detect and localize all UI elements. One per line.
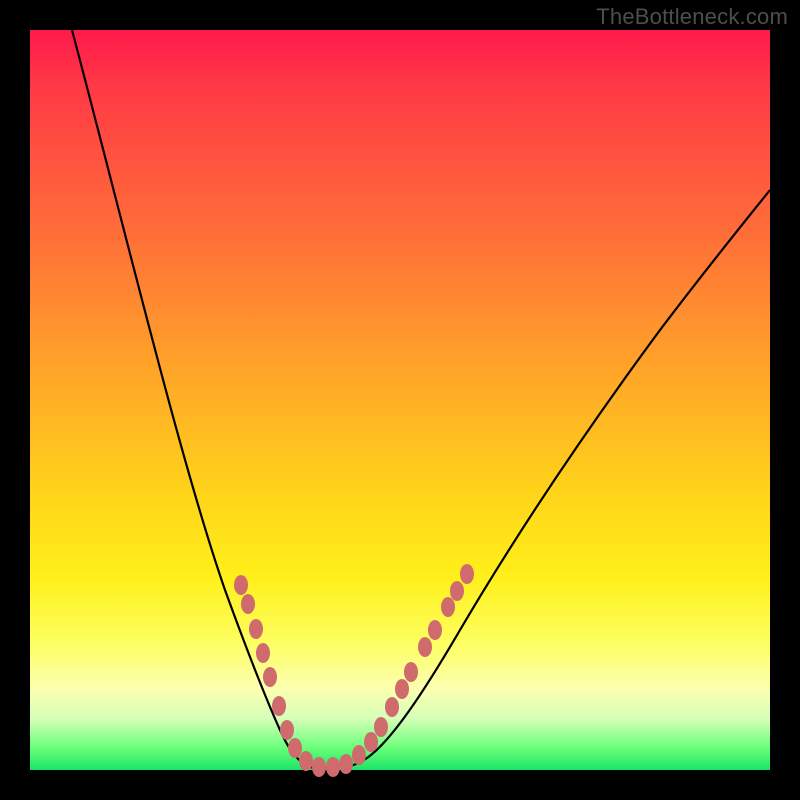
marker-dot xyxy=(299,751,313,771)
marker-dot xyxy=(385,697,399,717)
marker-dot xyxy=(418,637,432,657)
marker-dot xyxy=(339,754,353,774)
marker-dot xyxy=(374,717,388,737)
chart-frame: TheBottleneck.com xyxy=(0,0,800,800)
marker-dot xyxy=(256,643,270,663)
left-curve xyxy=(72,30,330,768)
marker-dot xyxy=(395,679,409,699)
right-curve xyxy=(330,190,770,767)
marker-dot xyxy=(460,564,474,584)
marker-dot xyxy=(288,738,302,758)
marker-dot xyxy=(450,581,464,601)
marker-dot xyxy=(234,575,248,595)
marker-dot xyxy=(241,594,255,614)
marker-dot xyxy=(312,757,326,777)
curve-svg xyxy=(30,30,770,770)
marker-dot xyxy=(280,720,294,740)
marker-dots-group xyxy=(234,564,474,777)
marker-dot xyxy=(404,662,418,682)
marker-dot xyxy=(326,757,340,777)
marker-dot xyxy=(272,696,286,716)
watermark-text: TheBottleneck.com xyxy=(596,4,788,30)
marker-dot xyxy=(352,745,366,765)
marker-dot xyxy=(428,620,442,640)
marker-dot xyxy=(364,732,378,752)
marker-dot xyxy=(249,619,263,639)
marker-dot xyxy=(441,597,455,617)
marker-dot xyxy=(263,667,277,687)
plot-area xyxy=(30,30,770,770)
